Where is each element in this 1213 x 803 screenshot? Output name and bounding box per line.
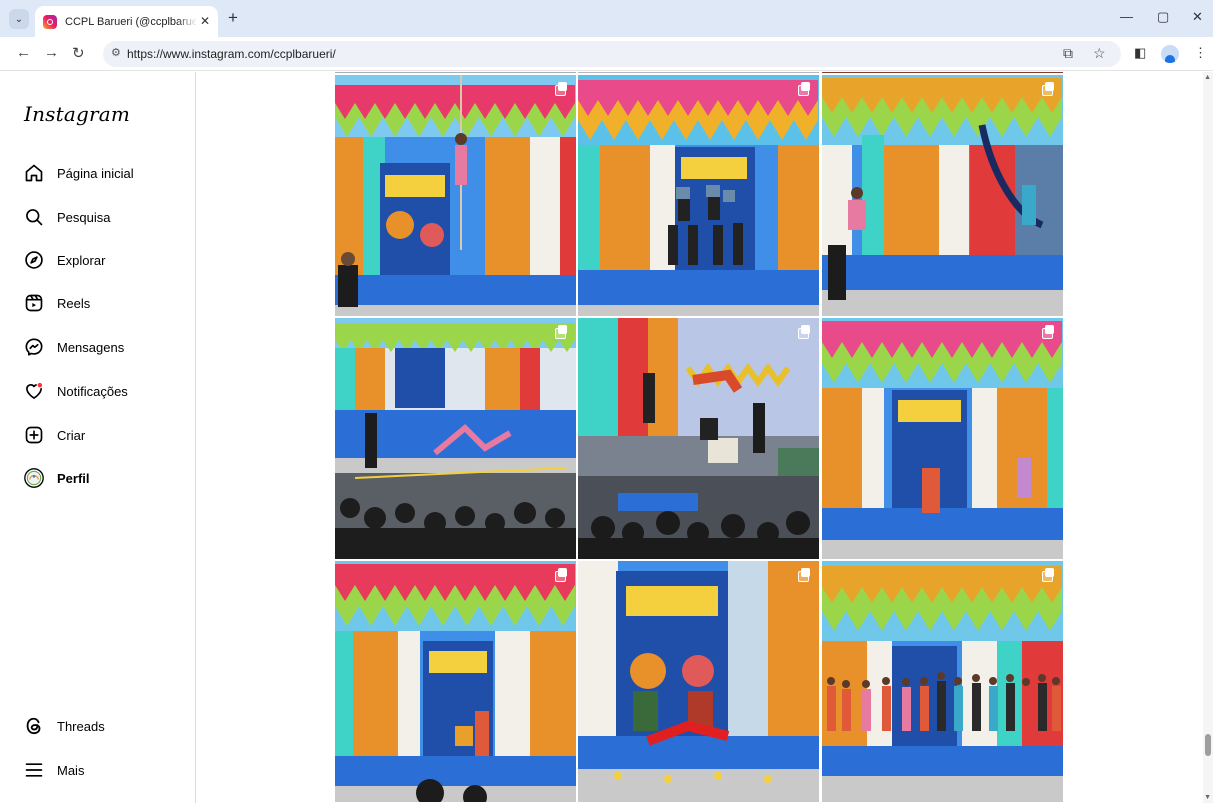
reels-icon bbox=[24, 293, 44, 313]
post-thumbnail[interactable] bbox=[335, 72, 576, 73]
maximize-button[interactable]: ▢ bbox=[1157, 9, 1169, 25]
compass-icon bbox=[24, 250, 44, 270]
nav-create[interactable]: Criar bbox=[14, 417, 182, 453]
nav-home[interactable]: Página inicial bbox=[14, 155, 182, 191]
nav-search[interactable]: Pesquisa bbox=[14, 199, 182, 235]
install-app-icon[interactable]: ⧉ bbox=[1063, 45, 1073, 62]
carousel-icon bbox=[1042, 325, 1055, 339]
browser-toolbar: ← → ↻ ⚙ https://www.instagram.com/ccplba… bbox=[0, 37, 1213, 71]
nav-explore[interactable]: Explorar bbox=[14, 242, 182, 278]
plus-square-icon bbox=[24, 425, 44, 445]
browser-menu-icon[interactable]: ⋮ bbox=[1194, 45, 1207, 61]
heart-icon bbox=[24, 381, 44, 401]
instagram-logo[interactable]: Instagram bbox=[24, 102, 130, 126]
url-text[interactable]: https://www.instagram.com/ccplbarueri/ bbox=[127, 47, 336, 61]
back-arrow-icon[interactable]: ← bbox=[16, 44, 31, 61]
nav-more[interactable]: Mais bbox=[14, 752, 182, 788]
scroll-up-arrow-icon[interactable]: ▲ bbox=[1204, 74, 1211, 81]
post-thumbnail[interactable] bbox=[578, 72, 819, 73]
nav-notifications[interactable]: Notificações bbox=[14, 373, 182, 409]
carousel-icon bbox=[798, 325, 811, 339]
nav-label: Perfil bbox=[57, 470, 90, 486]
scrollbar-thumb[interactable] bbox=[1205, 734, 1211, 756]
nav-threads[interactable]: Threads bbox=[14, 708, 182, 744]
carousel-icon bbox=[555, 82, 568, 96]
carousel-icon bbox=[798, 568, 811, 582]
scroll-down-arrow-icon[interactable]: ▼ bbox=[1204, 794, 1211, 801]
search-icon bbox=[24, 207, 44, 227]
post-thumbnail[interactable] bbox=[822, 72, 1063, 73]
post-thumbnail[interactable] bbox=[822, 561, 1063, 802]
address-bar[interactable]: ⚙ https://www.instagram.com/ccplbarueri/… bbox=[103, 41, 1121, 67]
home-icon bbox=[24, 163, 44, 183]
nav-label: Reels bbox=[57, 295, 91, 311]
threads-icon bbox=[24, 716, 44, 736]
sidebar: Instagram Página inicial Pesquisa Explor… bbox=[0, 72, 196, 803]
page-scrollbar[interactable]: ▲ ▼ bbox=[1203, 72, 1213, 803]
nav-label: Mensagens bbox=[57, 339, 125, 355]
window-close-button[interactable]: ✕ bbox=[1192, 9, 1203, 25]
tab-title: CCPL Barueri (@ccplbarueri) • F bbox=[65, 15, 197, 28]
carousel-icon bbox=[555, 568, 568, 582]
nav-profile[interactable]: Perfil bbox=[14, 460, 182, 496]
bookmark-star-icon[interactable]: ☆ bbox=[1093, 45, 1106, 62]
post-thumbnail[interactable] bbox=[822, 75, 1063, 316]
browser-tab-bar: ⌄ CCPL Barueri (@ccplbarueri) • F ✕ + — … bbox=[0, 0, 1213, 37]
profile-avatar-icon bbox=[24, 468, 44, 488]
tab-search-button[interactable]: ⌄ bbox=[9, 9, 29, 29]
carousel-icon bbox=[555, 325, 568, 339]
instagram-favicon-icon bbox=[43, 14, 57, 29]
forward-arrow-icon[interactable]: → bbox=[44, 44, 59, 61]
carousel-icon bbox=[1042, 568, 1055, 582]
side-panel-icon[interactable]: ◧ bbox=[1134, 45, 1146, 61]
site-info-icon[interactable]: ⚙ bbox=[111, 46, 121, 59]
browser-profile-avatar[interactable] bbox=[1161, 45, 1179, 63]
nav-label: Página inicial bbox=[57, 165, 134, 181]
post-thumbnail[interactable] bbox=[578, 75, 819, 316]
carousel-icon bbox=[798, 82, 811, 96]
post-thumbnail[interactable] bbox=[335, 561, 576, 802]
post-thumbnail[interactable] bbox=[335, 75, 576, 316]
browser-tab[interactable]: CCPL Barueri (@ccplbarueri) • F ✕ bbox=[35, 6, 218, 37]
post-thumbnail[interactable] bbox=[822, 318, 1063, 559]
post-thumbnail[interactable] bbox=[578, 318, 819, 559]
nav-label: Explorar bbox=[57, 252, 106, 268]
nav-label: Threads bbox=[57, 718, 105, 734]
minimize-button[interactable]: — bbox=[1120, 9, 1133, 24]
nav-label: Notificações bbox=[57, 383, 128, 399]
nav-reels[interactable]: Reels bbox=[14, 285, 182, 321]
instagram-page: Instagram Página inicial Pesquisa Explor… bbox=[0, 72, 1213, 803]
carousel-icon bbox=[1042, 82, 1055, 96]
reload-icon[interactable]: ↻ bbox=[72, 44, 85, 62]
menu-icon bbox=[24, 760, 44, 780]
post-thumbnail[interactable] bbox=[578, 561, 819, 802]
tab-close-icon[interactable]: ✕ bbox=[200, 14, 210, 28]
nav-label: Criar bbox=[57, 427, 86, 443]
messenger-icon bbox=[24, 337, 44, 357]
nav-label: Pesquisa bbox=[57, 209, 111, 225]
post-thumbnail[interactable] bbox=[335, 318, 576, 559]
new-tab-button[interactable]: + bbox=[228, 9, 238, 27]
nav-label: Mais bbox=[57, 762, 85, 778]
nav-messages[interactable]: Mensagens bbox=[14, 329, 182, 365]
